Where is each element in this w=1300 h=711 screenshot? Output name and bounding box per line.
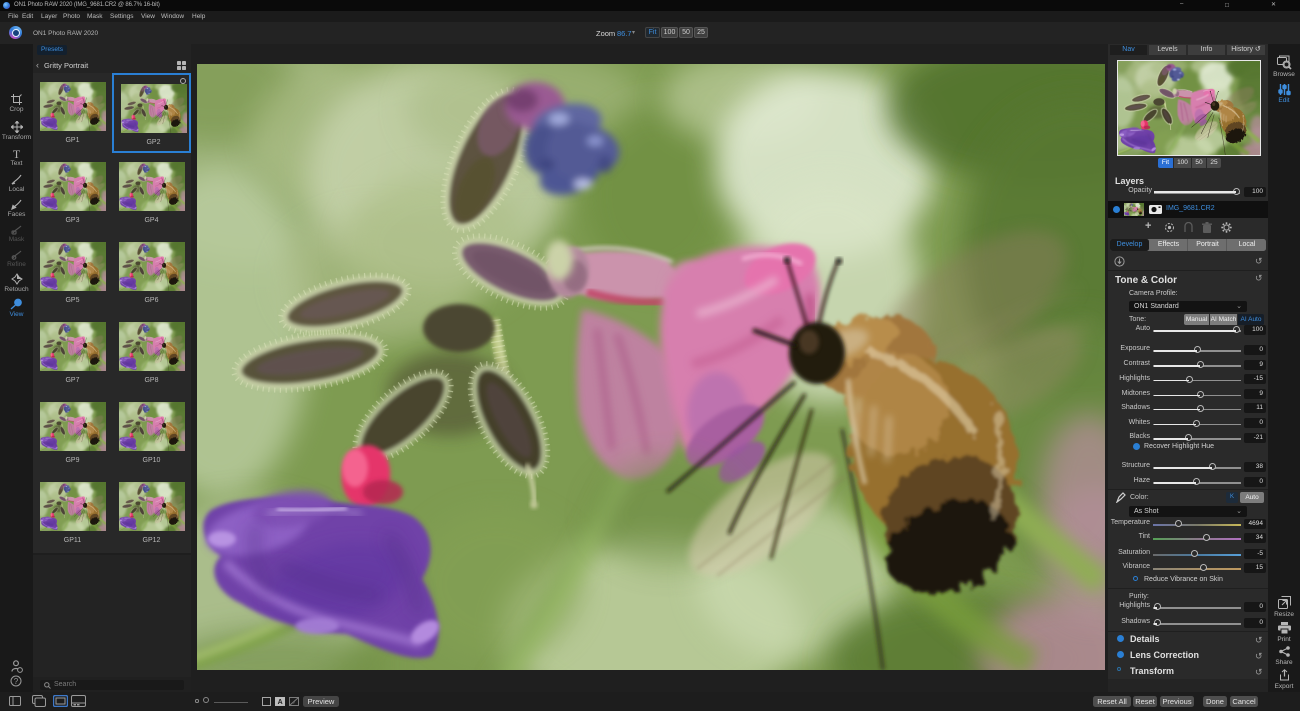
svg-text:A: A (278, 699, 283, 706)
svg-text:?: ? (14, 677, 19, 686)
svg-text:T: T (13, 148, 21, 159)
